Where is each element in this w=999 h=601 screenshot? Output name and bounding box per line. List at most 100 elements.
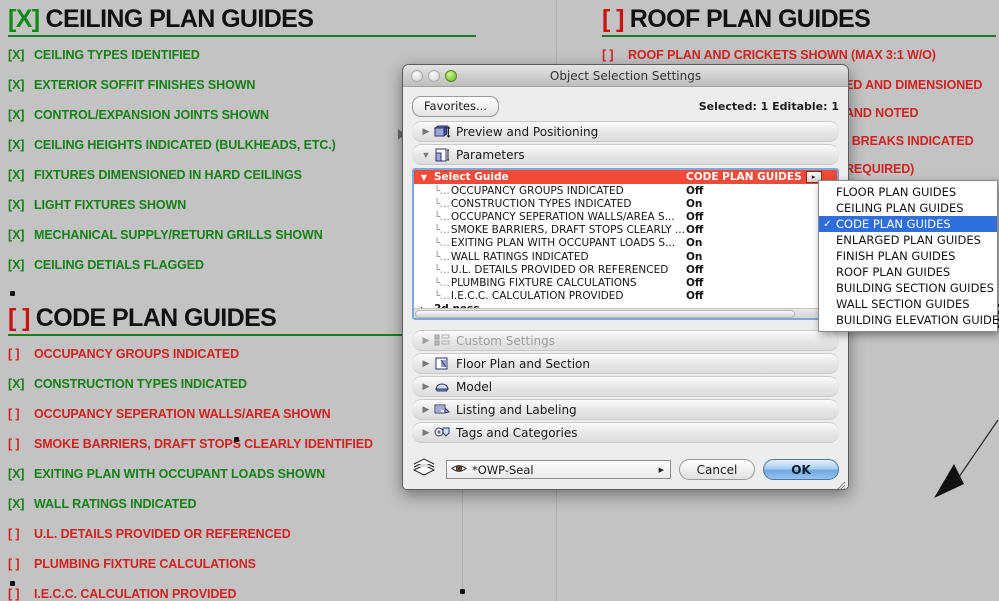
- chevron-right-icon[interactable]: ▶: [418, 404, 434, 415]
- guide-checkbox[interactable]: [ ]: [8, 436, 34, 452]
- section-preview-and-positioning[interactable]: ▶ Preview and Positioning: [412, 121, 839, 142]
- section-floor-plan-and-section[interactable]: ▶ Floor Plan and Section: [412, 353, 839, 374]
- section-listing-and-labeling[interactable]: ▶ Listing and Labeling: [412, 399, 839, 420]
- parameter-row[interactable]: └… I.E.C.C. CALCULATION PROVIDED Off: [414, 290, 837, 303]
- menu-item[interactable]: FLOOR PLAN GUIDES: [819, 184, 997, 200]
- guide-item[interactable]: [ ] PLUMBING FIXTURE CALCULATIONS: [8, 556, 478, 572]
- guide-item[interactable]: [ ] I.E.C.C. CALCULATION PROVIDED: [8, 586, 478, 601]
- layer-name: *OWP-Seal: [472, 462, 534, 477]
- parameter-row[interactable]: └… OCCUPANCY GROUPS INDICATED Off: [414, 184, 837, 197]
- select-guide-popup-menu[interactable]: FLOOR PLAN GUIDES CEILING PLAN GUIDES ✓ C…: [818, 180, 999, 332]
- section-custom-settings[interactable]: ▶ Custom Settings: [412, 330, 839, 351]
- guide-label: AND NOTED: [845, 106, 919, 120]
- section-model[interactable]: ▶ Model: [412, 376, 839, 397]
- parameter-row[interactable]: └… OCCUPANCY SEPERATION WALLS/AREA S... Of…: [414, 210, 837, 223]
- menu-item-selected[interactable]: ✓ CODE PLAN GUIDES: [819, 216, 997, 232]
- chevron-down-icon[interactable]: ▼: [414, 173, 434, 182]
- parameter-list-hscrollbar[interactable]: [414, 308, 837, 318]
- parameter-row[interactable]: └… SMOKE BARRIERS, DRAFT STOPS CLEARLY ..…: [414, 224, 837, 237]
- menu-item[interactable]: FINISH PLAN GUIDES: [819, 248, 997, 264]
- parameter-row[interactable]: └… WALL RATINGS INDICATED On: [414, 250, 837, 263]
- section-parameters[interactable]: ▼ Parameters: [412, 144, 839, 165]
- guide-checkbox[interactable]: [X]: [8, 227, 34, 243]
- guide-checkbox[interactable]: [X]: [8, 466, 34, 482]
- guide-label: CEILING TYPES IDENTIFIED: [34, 48, 200, 62]
- parameter-value[interactable]: Off: [686, 224, 796, 236]
- parameter-row[interactable]: └… PLUMBING FIXTURE CALCULATIONS Off: [414, 276, 837, 289]
- menu-item[interactable]: ENLARGED PLAN GUIDES: [819, 232, 997, 248]
- group-checkbox-roof[interactable]: [ ]: [602, 5, 624, 33]
- group-checkbox-code[interactable]: [ ]: [8, 304, 30, 332]
- group-title-roof: [ ] ROOF PLAN GUIDES: [602, 5, 871, 33]
- chevron-right-icon[interactable]: ▶: [659, 466, 664, 474]
- guide-checkbox[interactable]: [ ]: [8, 586, 34, 601]
- parameter-value[interactable]: Off: [686, 277, 796, 289]
- object-selection-settings-dialog[interactable]: Object Selection Settings Favorites... S…: [402, 64, 849, 490]
- cube-arrows-icon: [434, 124, 456, 139]
- guide-checkbox[interactable]: [X]: [8, 257, 34, 273]
- guide-item[interactable]: [X] WALL RATINGS INDICATED: [8, 496, 478, 512]
- guide-checkbox[interactable]: [X]: [8, 496, 34, 512]
- guide-checkbox[interactable]: [X]: [8, 376, 34, 392]
- dialog-titlebar[interactable]: Object Selection Settings: [403, 65, 848, 87]
- eye-icon[interactable]: [451, 461, 467, 479]
- menu-item-label: FLOOR PLAN GUIDES: [836, 185, 957, 199]
- parameter-value[interactable]: Off: [686, 211, 796, 223]
- menu-item[interactable]: BUILDING SECTION GUIDES: [819, 280, 997, 296]
- parameter-row[interactable]: └… CONSTRUCTION TYPES INDICATED On: [414, 197, 837, 210]
- guide-item[interactable]: [X] CEILING TYPES IDENTIFIED: [8, 47, 478, 63]
- menu-item[interactable]: CEILING PLAN GUIDES: [819, 200, 997, 216]
- parameter-value[interactable]: Off: [686, 185, 796, 197]
- parameter-name: └… CONSTRUCTION TYPES INDICATED: [434, 197, 632, 210]
- guide-item[interactable]: [ ] U.L. DETAILS PROVIDED OR REFERENCED: [8, 526, 478, 542]
- guide-group-roof-plan[interactable]: [ ] ROOF PLAN GUIDES [ ] ROOF PLAN AND CRI…: [602, 4, 998, 63]
- chevron-right-icon[interactable]: ▶: [418, 335, 434, 346]
- parameter-list[interactable]: ▼ Select Guide CODE PLAN GUIDES ▸ └… OCCU…: [412, 168, 839, 320]
- check-icon: ✓: [823, 218, 832, 230]
- section-tags-and-categories[interactable]: ▶ Tags and Categories: [412, 422, 839, 443]
- guide-checkbox[interactable]: [X]: [8, 47, 34, 63]
- chevron-right-icon[interactable]: ▶: [418, 381, 434, 392]
- guide-checkbox[interactable]: [X]: [8, 77, 34, 93]
- chevron-right-icon[interactable]: ▶: [418, 358, 434, 369]
- menu-item[interactable]: WALL SECTION GUIDES: [819, 296, 997, 312]
- guide-checkbox[interactable]: [X]: [8, 107, 34, 123]
- resize-grip[interactable]: [835, 478, 846, 489]
- guide-checkbox[interactable]: [ ]: [8, 346, 34, 362]
- guide-item[interactable]: [ ] ROOF PLAN AND CRICKETS SHOWN (MAX 3:1…: [602, 47, 998, 63]
- parameter-value[interactable]: On: [686, 237, 796, 249]
- guide-checkbox[interactable]: [ ]: [8, 406, 34, 422]
- parameter-value[interactable]: Off: [686, 290, 796, 302]
- parameter-row[interactable]: └… EXITING PLAN WITH OCCUPANT LOADS S... O…: [414, 237, 837, 250]
- menu-item[interactable]: ROOF PLAN GUIDES: [819, 264, 997, 280]
- parameter-value[interactable]: On: [686, 251, 796, 263]
- group-rule-ceiling: [8, 35, 476, 37]
- guide-checkbox[interactable]: [X]: [8, 167, 34, 183]
- guide-checkbox[interactable]: [ ]: [8, 556, 34, 572]
- parameter-row[interactable]: └… U.L. DETAILS PROVIDED OR REFERENCED Off: [414, 263, 837, 276]
- group-checkbox-ceiling[interactable]: [X]: [8, 5, 40, 33]
- scrollbar-thumb[interactable]: [415, 310, 795, 318]
- guide-checkbox[interactable]: [ ]: [8, 526, 34, 542]
- cancel-button[interactable]: Cancel: [679, 459, 755, 480]
- parameter-value[interactable]: Off: [686, 264, 796, 276]
- ok-button[interactable]: OK: [763, 459, 839, 480]
- parameter-value[interactable]: CODE PLAN GUIDES: [686, 171, 802, 183]
- guide-checkbox[interactable]: [X]: [8, 197, 34, 213]
- menu-item-label: ENLARGED PLAN GUIDES: [836, 233, 981, 247]
- guide-checkbox[interactable]: [ ]: [602, 47, 628, 63]
- chevron-right-icon[interactable]: ▶: [418, 427, 434, 438]
- parameter-value[interactable]: On: [686, 198, 796, 210]
- guide-checkbox[interactable]: [X]: [8, 137, 34, 153]
- parameter-name: Select Guide: [434, 171, 509, 183]
- tree-leaf-icon: └…: [434, 224, 450, 237]
- favorites-button[interactable]: Favorites...: [412, 95, 499, 117]
- parameter-name: └… EXITING PLAN WITH OCCUPANT LOADS S...: [434, 237, 676, 250]
- chevron-down-icon[interactable]: ▼: [418, 150, 434, 160]
- layer-popup[interactable]: *OWP-Seal ▶: [446, 460, 671, 479]
- parameter-row-select-guide[interactable]: ▼ Select Guide CODE PLAN GUIDES ▸: [414, 170, 837, 184]
- guide-label: CEILING DETIALS FLAGGED: [34, 258, 204, 272]
- chevron-right-icon[interactable]: ▶: [418, 126, 434, 137]
- menu-item[interactable]: BUILDING ELEVATION GUIDES: [819, 312, 999, 328]
- layers-icon[interactable]: [412, 458, 438, 481]
